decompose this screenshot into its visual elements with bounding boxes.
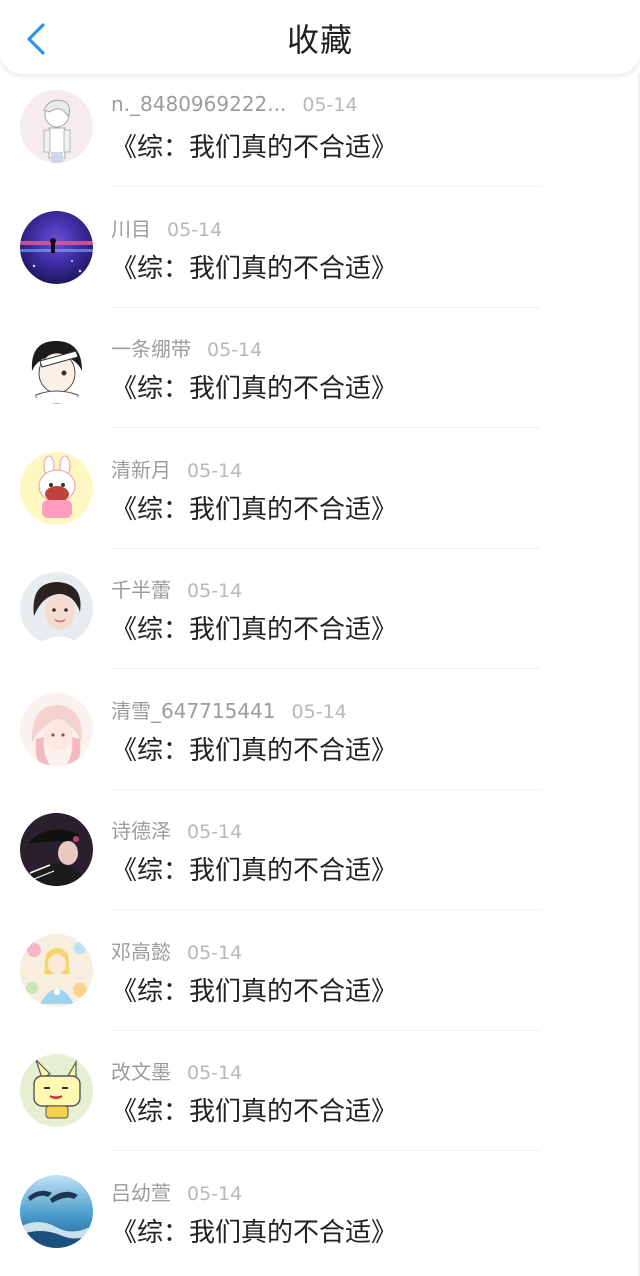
user-name[interactable]: 千半蕾 (111, 574, 171, 603)
user-name[interactable]: 川目 (111, 213, 151, 242)
item-meta: 一条绷带 05-14 (111, 333, 262, 363)
user-name[interactable]: n._8480969222... (111, 92, 286, 116)
divider (111, 547, 541, 549)
user-name[interactable]: 一条绷带 (111, 333, 191, 362)
item-content: 《综：我们真的不合适》 (111, 133, 398, 163)
list-item[interactable]: 一条绷带 05-14 《综：我们真的不合适》 (0, 325, 640, 446)
item-content: 《综：我们真的不合适》 (111, 615, 398, 645)
divider (111, 186, 541, 187)
avatar[interactable] (20, 1174, 93, 1248)
item-meta: 千半蕾 05-14 (111, 574, 242, 604)
divider (111, 909, 541, 910)
item-content: 《综：我们真的不合适》 (111, 253, 398, 284)
list-item[interactable]: 千半蕾 05-14 《综：我们真的不合适》 (0, 566, 640, 687)
item-date: 05-14 (187, 580, 243, 602)
avatar[interactable] (20, 572, 93, 645)
divider (111, 427, 541, 428)
list-item[interactable]: 清新月 05-14 《综：我们真的不合适》 (0, 446, 640, 567)
top-bar: 收藏 (0, 0, 640, 74)
item-content: 《综：我们真的不合适》 (111, 856, 398, 886)
user-name[interactable]: 改文墨 (111, 1056, 171, 1085)
list-item[interactable]: 改文墨 05-14 《综：我们真的不合适》 (0, 1048, 640, 1169)
item-date: 05-14 (291, 700, 347, 723)
divider (111, 306, 541, 308)
user-name[interactable]: 清雪_647715441 (111, 695, 276, 724)
item-meta: 吕幼萱 05-14 (111, 1177, 242, 1207)
page-title: 收藏 (286, 21, 353, 59)
item-content: 《综：我们真的不合适》 (111, 735, 398, 766)
item-content: 《综：我们真的不合适》 (111, 494, 398, 525)
list-item[interactable]: 诗德泽 05-14 《综：我们真的不合适》 (0, 807, 640, 928)
avatar[interactable] (20, 451, 93, 525)
avatar[interactable] (20, 692, 93, 766)
item-date: 05-14 (207, 339, 263, 361)
item-content: 《综：我们真的不合适》 (111, 1217, 398, 1248)
avatar[interactable] (20, 933, 93, 1007)
user-name[interactable]: 诗德泽 (111, 815, 171, 844)
item-date: 05-14 (187, 1182, 243, 1205)
avatar[interactable] (20, 210, 93, 284)
item-meta: n._8480969222... 05-14 (111, 92, 358, 122)
item-date: 05-14 (187, 941, 243, 964)
avatar[interactable] (20, 1054, 93, 1127)
item-meta: 川目 05-14 (111, 213, 222, 243)
list-item[interactable]: 吕幼萱 05-14 《综：我们真的不合适》 (0, 1169, 640, 1276)
user-name[interactable]: 邓高懿 (111, 936, 171, 965)
avatar[interactable] (20, 813, 93, 886)
favorites-screen: 收藏 n._8480969222... 05-14 《综：我们真的不合适》 川目… (0, 0, 640, 1276)
item-date: 05-14 (302, 94, 358, 116)
item-content: 《综：我们真的不合适》 (111, 374, 398, 404)
item-meta: 诗德泽 05-14 (111, 815, 242, 845)
avatar[interactable] (20, 331, 93, 404)
item-content: 《综：我们真的不合适》 (111, 1097, 398, 1127)
item-date: 05-14 (167, 218, 223, 241)
divider (111, 1150, 541, 1151)
favorites-list: n._8480969222... 05-14 《综：我们真的不合适》 川目 05… (0, 84, 640, 1276)
item-meta: 清雪_647715441 05-14 (111, 695, 347, 725)
avatar[interactable] (20, 90, 93, 163)
item-meta: 改文墨 05-14 (111, 1056, 242, 1086)
divider (111, 1029, 541, 1031)
user-name[interactable]: 清新月 (111, 454, 171, 483)
item-content: 《综：我们真的不合适》 (111, 976, 398, 1007)
item-date: 05-14 (187, 1062, 243, 1084)
list-item[interactable]: 川目 05-14 《综：我们真的不合适》 (0, 205, 640, 326)
item-date: 05-14 (187, 821, 243, 843)
item-date: 05-14 (187, 459, 243, 482)
list-item[interactable]: n._8480969222... 05-14 《综：我们真的不合适》 (0, 84, 640, 205)
list-item[interactable]: 清雪_647715441 05-14 《综：我们真的不合适》 (0, 687, 640, 808)
item-meta: 邓高懿 05-14 (111, 936, 242, 966)
divider (111, 668, 541, 669)
divider (111, 788, 541, 790)
user-name[interactable]: 吕幼萱 (111, 1177, 171, 1206)
list-item[interactable]: 邓高懿 05-14 《综：我们真的不合适》 (0, 928, 640, 1049)
item-meta: 清新月 05-14 (111, 454, 242, 484)
